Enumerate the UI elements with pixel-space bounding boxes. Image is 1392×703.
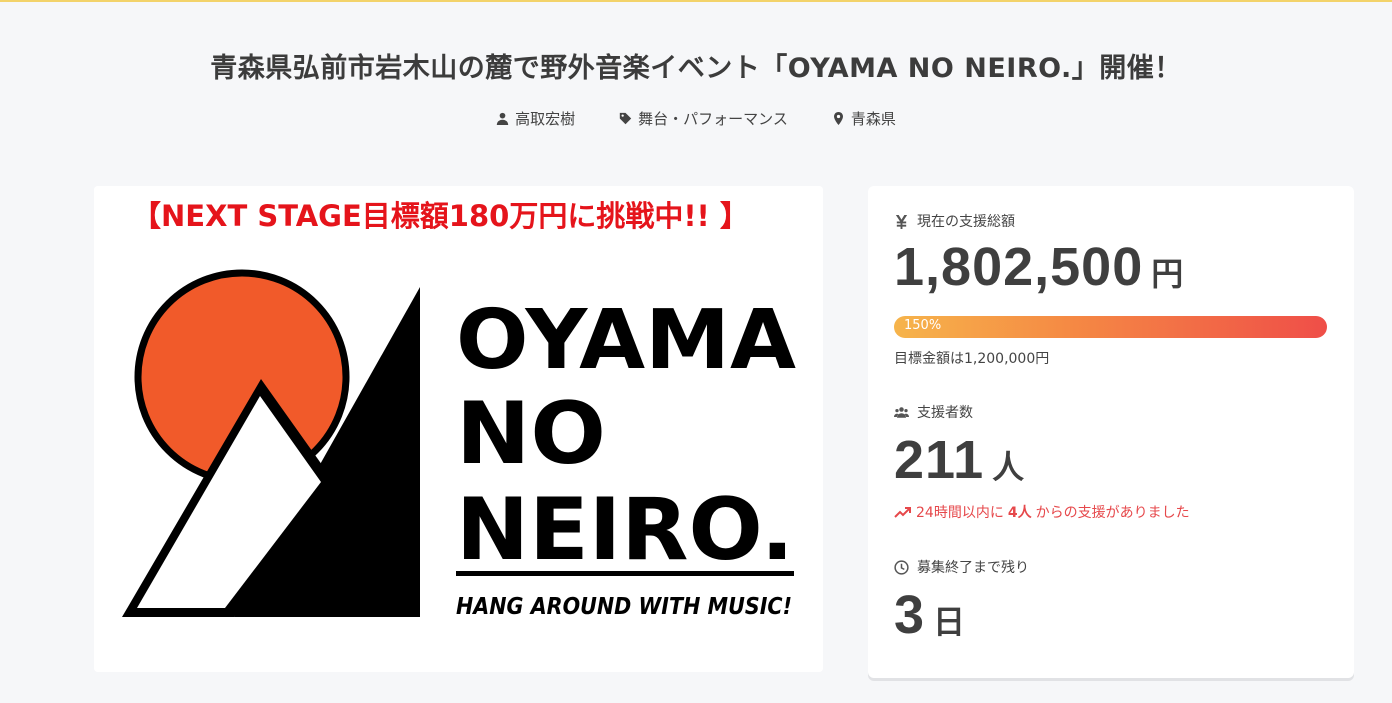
logo-divider <box>456 571 794 576</box>
trend-count: 4人 <box>1007 505 1032 521</box>
top-accent-line <box>0 0 1392 2</box>
supporters-count: 211 人 <box>894 429 1024 491</box>
remaining-value: 3 <box>894 585 926 645</box>
yen-icon <box>895 214 908 229</box>
supporters-unit: 人 <box>992 449 1025 485</box>
project-title: 青森県弘前市岩木山の麓で野外音楽イベント「OYAMA NO NEIRO.」開催！ <box>210 53 1182 84</box>
user-icon <box>496 112 509 125</box>
total-funding-value: 1,802,500 <box>894 237 1144 297</box>
remaining-days: 3日 <box>894 584 965 646</box>
logo-line-2: NO <box>456 384 606 484</box>
category-link[interactable]: 舞台・パフォーマンス <box>619 108 788 129</box>
trending-up-icon <box>894 507 911 518</box>
remaining-heading: 募集終了まで残り <box>894 557 1029 577</box>
remaining-unit: 日 <box>933 604 966 640</box>
project-hero-image: 【NEXT STAGE目標額180万円に挑戦中!! 】 OYAMA NO NEI… <box>94 186 823 672</box>
trend-suffix: からの支援がありました <box>1035 505 1190 521</box>
supporters-label: 支援者数 <box>917 405 973 421</box>
clock-icon <box>894 559 909 575</box>
supporters-value: 211 <box>894 430 985 490</box>
funding-stats-panel: 現在の支援総額 1,802,500 円 150% 目標金額は1,200,000円 … <box>868 186 1354 678</box>
total-funding-amount: 1,802,500 円 <box>894 236 1183 298</box>
funding-progress-label: 150% <box>904 318 942 333</box>
project-meta: 高取宏樹 舞台・パフォーマンス 青森県 <box>0 108 1392 129</box>
location-name: 青森県 <box>850 110 896 128</box>
total-funding-unit: 円 <box>1151 256 1184 292</box>
supporters-trend: 24時間以内に 4人 からの支援がありました <box>894 502 1190 522</box>
logo-line-3: NEIRO. <box>456 480 794 580</box>
owner-link[interactable]: 高取宏樹 <box>496 108 575 129</box>
remaining-label: 募集終了まで残り <box>917 560 1029 576</box>
tag-icon <box>619 112 632 125</box>
total-funding-label: 現在の支援総額 <box>917 214 1015 230</box>
hero-illustration: 【NEXT STAGE目標額180万円に挑戦中!! 】 OYAMA NO NEI… <box>94 186 823 672</box>
total-funding-heading: 現在の支援総額 <box>894 211 1015 231</box>
trend-prefix: 24時間以内に <box>916 505 1004 521</box>
category-name: 舞台・パフォーマンス <box>638 110 788 128</box>
funding-goal-text: 目標金額は1,200,000円 <box>894 351 1050 367</box>
supporters-heading: 支援者数 <box>894 402 973 422</box>
map-pin-icon <box>833 112 843 125</box>
location-link[interactable]: 青森県 <box>832 108 896 129</box>
logo-line-1: OYAMA <box>456 293 797 388</box>
logo-tagline: HANG AROUND WITH MUSIC! <box>456 594 792 620</box>
hero-banner-text: 【NEXT STAGE目標額180万円に挑戦中!! 】 <box>132 199 749 233</box>
funding-progress-bar: 150% <box>894 316 1327 338</box>
users-icon <box>894 406 909 418</box>
owner-name: 高取宏樹 <box>515 110 576 128</box>
